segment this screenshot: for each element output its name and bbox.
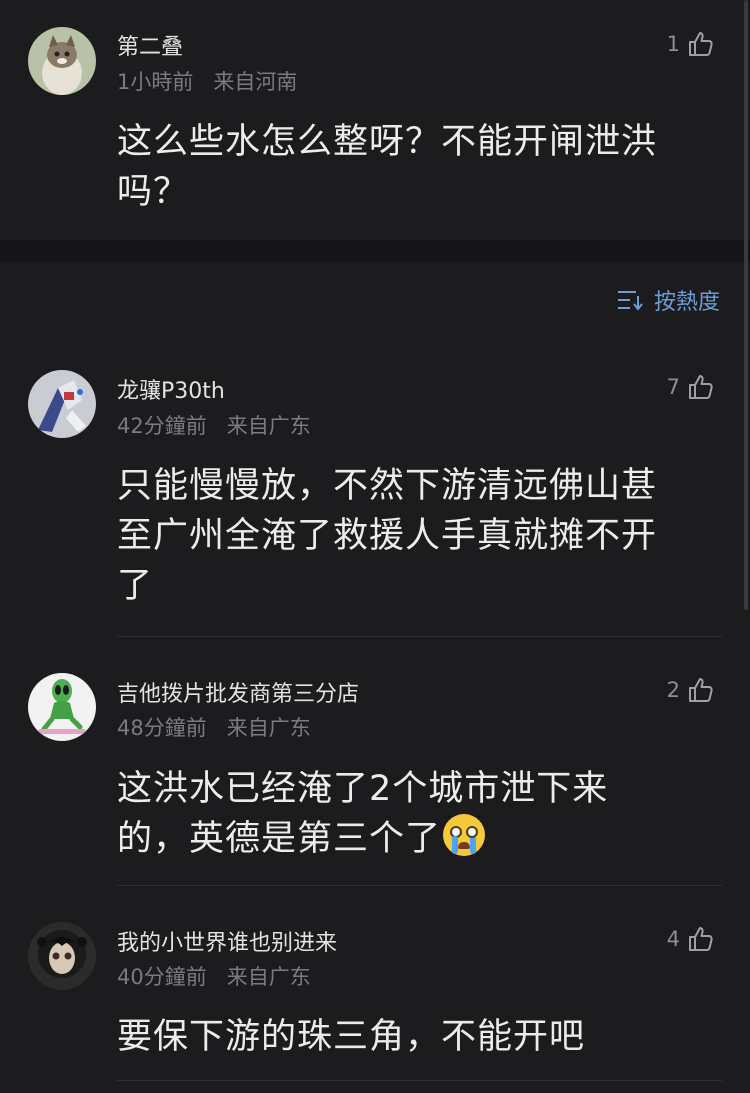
alien-skater-avatar-icon bbox=[28, 673, 96, 741]
like-count: 7 bbox=[666, 375, 680, 399]
comment-meta: 40分鐘前 来自广东 bbox=[117, 961, 311, 991]
sort-lines-icon bbox=[616, 288, 646, 312]
username[interactable]: 龙骧P30th bbox=[117, 373, 225, 405]
cat-avatar-icon bbox=[28, 27, 96, 95]
timestamp: 40分鐘前 bbox=[117, 965, 207, 989]
avatar[interactable] bbox=[28, 922, 96, 990]
thumbs-up-icon bbox=[689, 927, 713, 951]
location: 来自广东 bbox=[226, 965, 311, 989]
thumbs-up-icon bbox=[689, 375, 713, 399]
comment-meta: 48分鐘前 来自广东 bbox=[117, 712, 311, 742]
timestamp: 1小時前 bbox=[117, 70, 194, 94]
username[interactable]: 第二叠 bbox=[117, 29, 183, 61]
comment-text-line: 至广州全淹了救援人手真就摊不开 bbox=[117, 516, 658, 556]
sort-by-popularity-button[interactable]: 按熱度 bbox=[616, 284, 720, 316]
comment-text-line-with-emoji: 的，英德是第三个了 bbox=[117, 814, 717, 864]
comment-text-line: 了 bbox=[117, 566, 154, 606]
comment-meta: 1小時前 来自河南 bbox=[117, 66, 297, 96]
avatar[interactable] bbox=[28, 370, 96, 438]
thumbs-up-icon bbox=[689, 32, 713, 56]
comment-text: 这洪水已经淹了2个城市泄下来 的，英德是第三个了 bbox=[117, 764, 717, 864]
comment-text-line: 的，英德是第三个了 bbox=[117, 819, 442, 859]
thumbs-up-icon bbox=[689, 678, 713, 702]
comment-meta: 42分鐘前 来自广东 bbox=[117, 410, 311, 440]
comment-text: 这么些水怎么整呀？不能开闸泄洪 吗？ bbox=[117, 117, 717, 217]
like-count: 1 bbox=[666, 32, 680, 56]
section-divider bbox=[0, 240, 750, 262]
comment-separator bbox=[117, 1080, 722, 1081]
like-count: 2 bbox=[666, 678, 680, 702]
comment-text: 只能慢慢放，不然下游清远佛山甚 至广州全淹了救援人手真就摊不开 了 bbox=[117, 461, 717, 611]
location: 来自河南 bbox=[213, 70, 298, 94]
like-button[interactable]: 1 bbox=[667, 30, 714, 58]
avatar[interactable] bbox=[28, 27, 96, 95]
robot-avatar-icon bbox=[28, 370, 96, 438]
timestamp: 42分鐘前 bbox=[117, 414, 207, 438]
comment-text-line: 要保下游的珠三角，不能开吧 bbox=[117, 1017, 586, 1057]
sort-label: 按熱度 bbox=[653, 290, 720, 315]
comment-text-line: 只能慢慢放，不然下游清远佛山甚 bbox=[117, 466, 658, 506]
like-count: 4 bbox=[666, 927, 680, 951]
comment-text: 要保下游的珠三角，不能开吧 bbox=[117, 1012, 717, 1062]
username[interactable]: 吉他拨片批发商第三分店 bbox=[117, 676, 359, 708]
location: 来自广东 bbox=[226, 414, 311, 438]
scrollbar[interactable] bbox=[744, 0, 748, 610]
anime-girl-avatar-icon bbox=[28, 922, 96, 990]
comment-text-line: 这洪水已经淹了2个城市泄下来 bbox=[117, 769, 609, 809]
timestamp: 48分鐘前 bbox=[117, 716, 207, 740]
like-button[interactable]: 7 bbox=[667, 373, 714, 401]
comment-text-line: 吗？ bbox=[117, 172, 190, 212]
comment-text-line: 这么些水怎么整呀？不能开闸泄洪 bbox=[117, 122, 658, 162]
like-button[interactable]: 2 bbox=[667, 676, 714, 704]
username[interactable]: 我的小世界谁也别进来 bbox=[117, 925, 337, 957]
location: 来自广东 bbox=[226, 716, 311, 740]
like-button[interactable]: 4 bbox=[667, 925, 714, 953]
comment-separator bbox=[117, 885, 722, 886]
comment-separator bbox=[117, 636, 722, 637]
avatar[interactable] bbox=[28, 673, 96, 741]
crying-face-emoji-icon bbox=[443, 814, 486, 856]
